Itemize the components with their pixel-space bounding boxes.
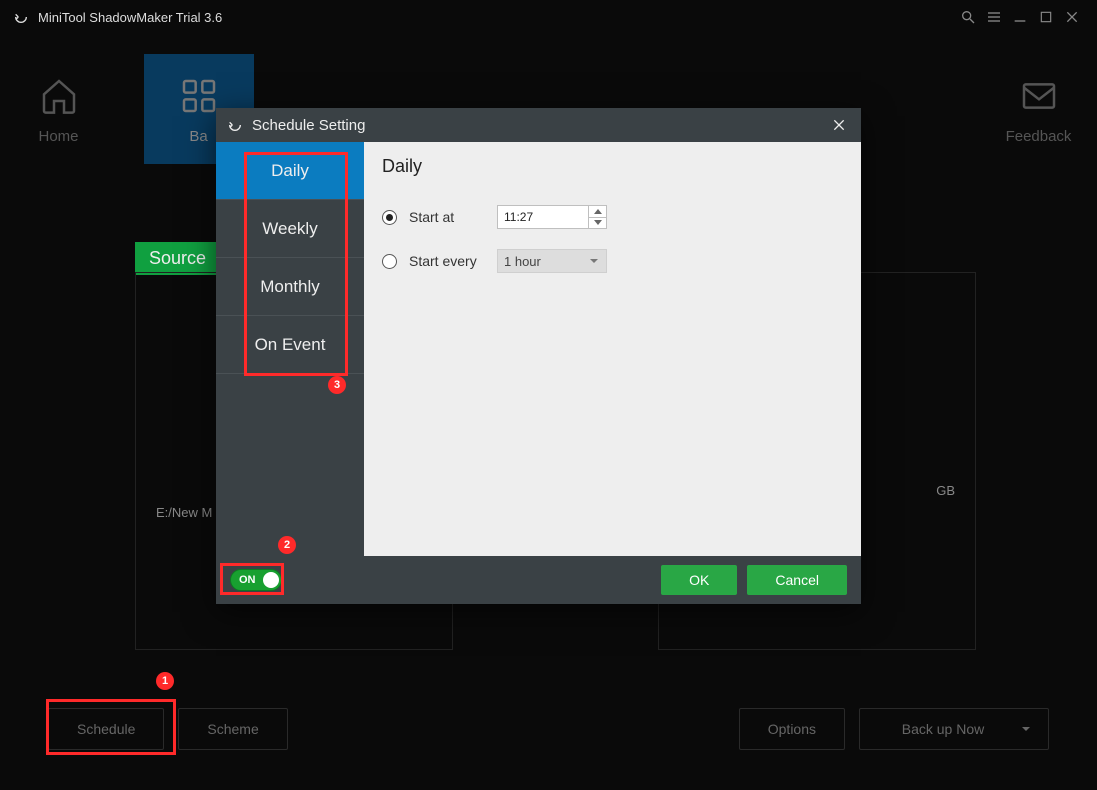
- backup-icon: [177, 74, 221, 118]
- nav-backup-label: Ba: [189, 128, 207, 145]
- start-at-radio[interactable]: [382, 210, 397, 225]
- titlebar: MiniTool ShadowMaker Trial 3.6: [0, 0, 1097, 34]
- minimize-icon[interactable]: [1007, 4, 1033, 30]
- start-every-row: Start every 1 hour: [382, 249, 843, 273]
- app-logo-icon: [12, 8, 30, 26]
- tab-onevent[interactable]: On Event: [216, 316, 364, 374]
- feedback-icon: [1017, 74, 1061, 118]
- schedule-dialog: Schedule Setting Daily Weekly Monthly On…: [216, 108, 861, 604]
- start-at-label: Start at: [409, 209, 485, 225]
- dialog-title: Schedule Setting: [252, 117, 365, 134]
- menu-icon[interactable]: [981, 4, 1007, 30]
- dialog-titlebar: Schedule Setting: [216, 108, 861, 142]
- home-icon: [37, 74, 81, 118]
- schedule-toggle[interactable]: ON: [230, 569, 282, 591]
- spin-down-icon: [589, 217, 606, 229]
- maximize-icon[interactable]: [1033, 4, 1059, 30]
- annotation-marker-1: 1: [156, 672, 174, 690]
- ok-button[interactable]: OK: [661, 565, 737, 595]
- dialog-footer: ON OK Cancel: [216, 556, 861, 604]
- nav-home-label: Home: [38, 128, 78, 145]
- start-at-row: Start at 11:27: [382, 205, 843, 229]
- schedule-button[interactable]: Schedule: [48, 708, 164, 750]
- tab-daily[interactable]: Daily: [216, 142, 364, 200]
- search-icon[interactable]: [955, 4, 981, 30]
- start-every-select[interactable]: 1 hour: [497, 249, 607, 273]
- source-label: Source: [135, 242, 220, 275]
- bottom-bar: Schedule Scheme Options Back up Now: [48, 708, 1049, 750]
- dialog-close-icon[interactable]: [827, 113, 851, 137]
- destination-size: GB: [936, 483, 955, 498]
- cancel-button[interactable]: Cancel: [747, 565, 847, 595]
- nav-feedback-label: Feedback: [1006, 128, 1072, 145]
- start-every-label: Start every: [409, 253, 485, 269]
- close-icon[interactable]: [1059, 4, 1085, 30]
- dialog-side-tabs: Daily Weekly Monthly On Event: [216, 142, 364, 556]
- source-path: E:/New M: [156, 505, 212, 520]
- dialog-logo-icon: [226, 116, 244, 134]
- dialog-content: Daily Start at 11:27 Start every 1 hour: [364, 142, 861, 556]
- app-title: MiniTool ShadowMaker Trial 3.6: [38, 10, 222, 25]
- start-at-value: 11:27: [498, 206, 588, 228]
- nav-home[interactable]: Home: [4, 54, 114, 164]
- spin-up-icon: [589, 206, 606, 217]
- content-heading: Daily: [382, 156, 843, 177]
- start-at-time-input[interactable]: 11:27: [497, 205, 607, 229]
- options-button[interactable]: Options: [739, 708, 845, 750]
- backup-now-button[interactable]: Back up Now: [859, 708, 1049, 750]
- tab-weekly[interactable]: Weekly: [216, 200, 364, 258]
- tab-monthly[interactable]: Monthly: [216, 258, 364, 316]
- time-spinner[interactable]: [588, 206, 606, 228]
- scheme-button[interactable]: Scheme: [178, 708, 287, 750]
- nav-feedback[interactable]: Feedback: [984, 54, 1094, 164]
- start-every-radio[interactable]: [382, 254, 397, 269]
